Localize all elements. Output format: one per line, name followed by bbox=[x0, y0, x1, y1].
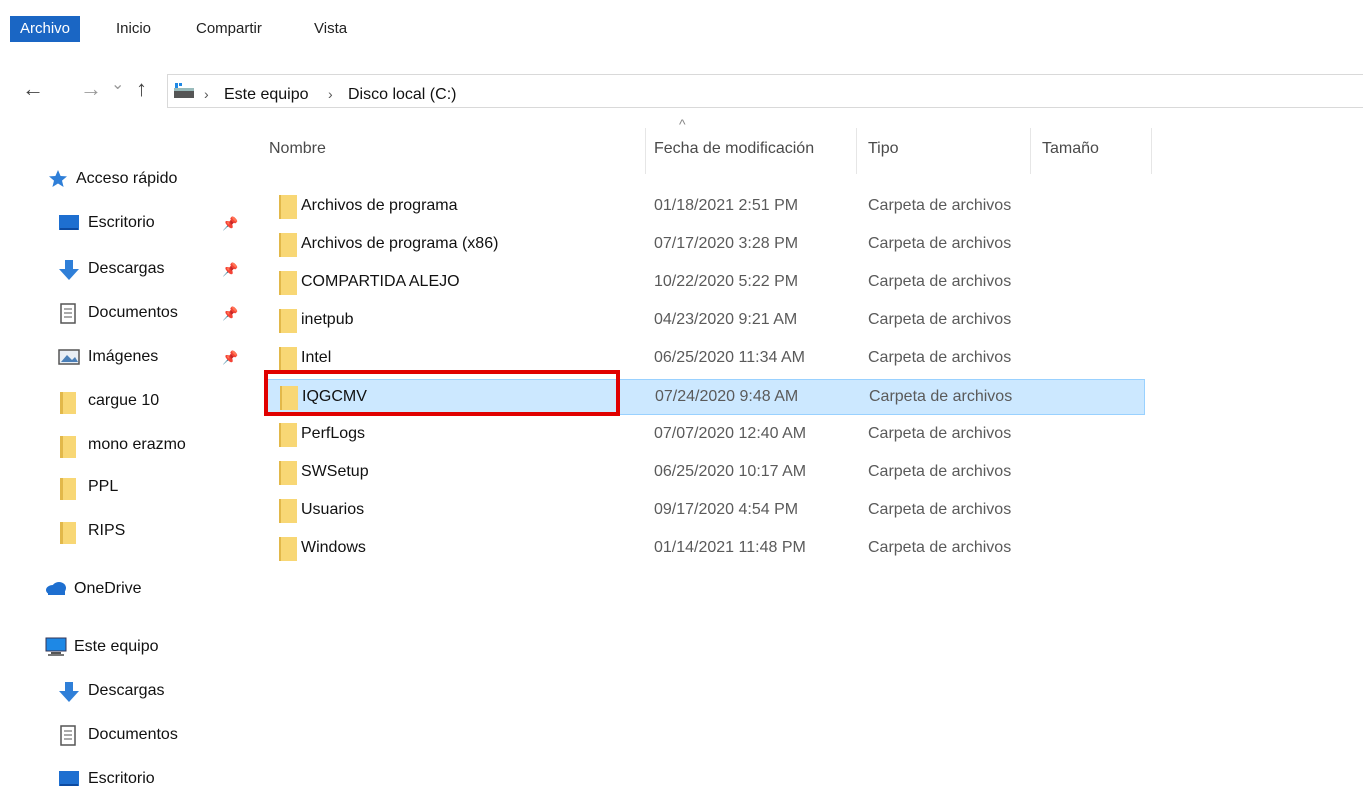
highlight-annotation-box bbox=[264, 370, 620, 416]
folder-icon bbox=[279, 537, 297, 561]
file-type: Carpeta de archivos bbox=[868, 349, 1012, 366]
file-type: Carpeta de archivos bbox=[868, 197, 1012, 214]
file-name: Windows bbox=[301, 539, 366, 556]
file-row-compartida-alejo[interactable]: COMPARTIDA ALEJO 10/22/2020 5:22 PM Carp… bbox=[265, 265, 1145, 301]
computer-icon bbox=[45, 637, 67, 656]
folder-icon bbox=[279, 309, 297, 333]
file-type: Carpeta de archivos bbox=[868, 273, 1012, 290]
file-row-archivos-de-programa-x86[interactable]: Archivos de programa (x86) 07/17/2020 3:… bbox=[265, 227, 1145, 263]
file-row-archivos-de-programa[interactable]: Archivos de programa 01/18/2021 2:51 PM … bbox=[265, 189, 1145, 225]
file-row-inetpub[interactable]: inetpub 04/23/2020 9:21 AM Carpeta de ar… bbox=[265, 303, 1145, 339]
file-row-perflogs[interactable]: PerfLogs 07/07/2020 12:40 AM Carpeta de … bbox=[265, 417, 1145, 453]
document-icon bbox=[60, 725, 76, 746]
folder-icon bbox=[279, 195, 297, 219]
folder-icon bbox=[60, 436, 76, 458]
sort-ascending-icon: ^ bbox=[679, 116, 686, 132]
document-icon bbox=[60, 303, 76, 324]
recent-locations-button[interactable]: ⌄ bbox=[111, 72, 124, 98]
image-icon bbox=[58, 349, 80, 365]
file-name: Archivos de programa bbox=[301, 197, 458, 214]
file-date: 06/25/2020 10:17 AM bbox=[654, 463, 807, 480]
pin-icon[interactable]: 📌 bbox=[222, 350, 238, 366]
column-divider[interactable] bbox=[1030, 128, 1031, 174]
download-arrow-icon bbox=[59, 682, 79, 702]
file-type: Carpeta de archivos bbox=[868, 425, 1012, 442]
file-list: ^ Nombre Fecha de modificación Tipo Tama… bbox=[255, 116, 1363, 779]
file-name: Archivos de programa (x86) bbox=[301, 235, 499, 252]
desktop-icon bbox=[59, 215, 79, 230]
file-type: Carpeta de archivos bbox=[868, 311, 1012, 328]
column-header-fecha[interactable]: Fecha de modificación bbox=[654, 140, 814, 158]
address-bar-row: ← → ⌄ ↑ › Este equipo › Disco local (C:) bbox=[0, 70, 1363, 108]
file-name: Usuarios bbox=[301, 501, 365, 518]
pin-icon[interactable]: 📌 bbox=[222, 306, 238, 322]
pin-icon[interactable]: 📌 bbox=[222, 262, 238, 278]
folder-icon bbox=[279, 499, 297, 523]
breadcrumb-separator: › bbox=[328, 86, 333, 102]
address-bar[interactable]: › Este equipo › Disco local (C:) bbox=[167, 74, 1363, 108]
file-date: 04/23/2020 9:21 AM bbox=[654, 311, 798, 328]
download-arrow-icon bbox=[59, 260, 79, 280]
desktop-icon bbox=[59, 771, 79, 786]
folder-icon bbox=[279, 347, 297, 371]
file-row-usuarios[interactable]: Usuarios 09/17/2020 4:54 PM Carpeta de a… bbox=[265, 493, 1145, 529]
column-header-tipo[interactable]: Tipo bbox=[868, 140, 899, 158]
column-divider[interactable] bbox=[1151, 128, 1152, 174]
navigation-pane: Acceso rápido Escritorio 📌 Descargas 📌 D… bbox=[0, 118, 255, 787]
folder-icon bbox=[279, 461, 297, 485]
folder-icon bbox=[279, 423, 297, 447]
column-divider[interactable] bbox=[645, 128, 646, 174]
breadcrumb-este-equipo[interactable]: Este equipo bbox=[224, 86, 309, 104]
file-date: 07/17/2020 3:28 PM bbox=[654, 235, 799, 252]
forward-button[interactable]: → bbox=[80, 76, 102, 102]
column-header-tamano[interactable]: Tamaño bbox=[1042, 140, 1099, 158]
drive-icon bbox=[174, 83, 194, 98]
tab-vista[interactable]: Vista bbox=[314, 16, 347, 42]
folder-icon bbox=[279, 233, 297, 257]
file-name: Intel bbox=[301, 349, 332, 366]
file-type: Carpeta de archivos bbox=[868, 235, 1012, 252]
folder-icon bbox=[60, 392, 76, 414]
back-button[interactable]: ← bbox=[22, 76, 44, 102]
folder-icon bbox=[279, 271, 297, 295]
column-header-nombre[interactable]: Nombre bbox=[269, 140, 326, 158]
file-date: 09/17/2020 4:54 PM bbox=[654, 501, 799, 518]
file-name: PerfLogs bbox=[301, 425, 366, 442]
tab-compartir[interactable]: Compartir bbox=[196, 16, 262, 42]
up-button[interactable]: ↑ bbox=[136, 76, 147, 102]
breadcrumb-disco-local[interactable]: Disco local (C:) bbox=[348, 86, 456, 104]
file-date: 01/14/2021 11:48 PM bbox=[654, 539, 806, 556]
file-date: 01/18/2021 2:51 PM bbox=[654, 197, 799, 214]
file-type: Carpeta de archivos bbox=[868, 539, 1012, 556]
file-date: 07/24/2020 9:48 AM bbox=[655, 388, 799, 405]
file-row-swsetup[interactable]: SWSetup 06/25/2020 10:17 AM Carpeta de a… bbox=[265, 455, 1145, 491]
pin-icon[interactable]: 📌 bbox=[222, 216, 238, 232]
folder-icon bbox=[60, 478, 76, 500]
file-row-windows[interactable]: Windows 01/14/2021 11:48 PM Carpeta de a… bbox=[265, 531, 1145, 567]
file-name: inetpub bbox=[301, 311, 354, 328]
file-date: 10/22/2020 5:22 PM bbox=[654, 273, 799, 290]
file-date: 06/25/2020 11:34 AM bbox=[654, 349, 805, 366]
file-name: COMPARTIDA ALEJO bbox=[301, 273, 460, 290]
file-type: Carpeta de archivos bbox=[868, 463, 1012, 480]
column-divider[interactable] bbox=[856, 128, 857, 174]
file-type: Carpeta de archivos bbox=[868, 501, 1012, 518]
tab-inicio[interactable]: Inicio bbox=[116, 16, 151, 42]
ribbon-tabs: Archivo Inicio Compartir Vista bbox=[0, 0, 1363, 44]
file-date: 07/07/2020 12:40 AM bbox=[654, 425, 807, 442]
folder-icon bbox=[60, 522, 76, 544]
cloud-icon bbox=[46, 582, 66, 595]
star-icon bbox=[49, 170, 67, 187]
file-name: SWSetup bbox=[301, 463, 369, 480]
breadcrumb-separator: › bbox=[204, 86, 209, 102]
file-type: Carpeta de archivos bbox=[869, 388, 1013, 405]
tab-archivo[interactable]: Archivo bbox=[10, 16, 81, 42]
